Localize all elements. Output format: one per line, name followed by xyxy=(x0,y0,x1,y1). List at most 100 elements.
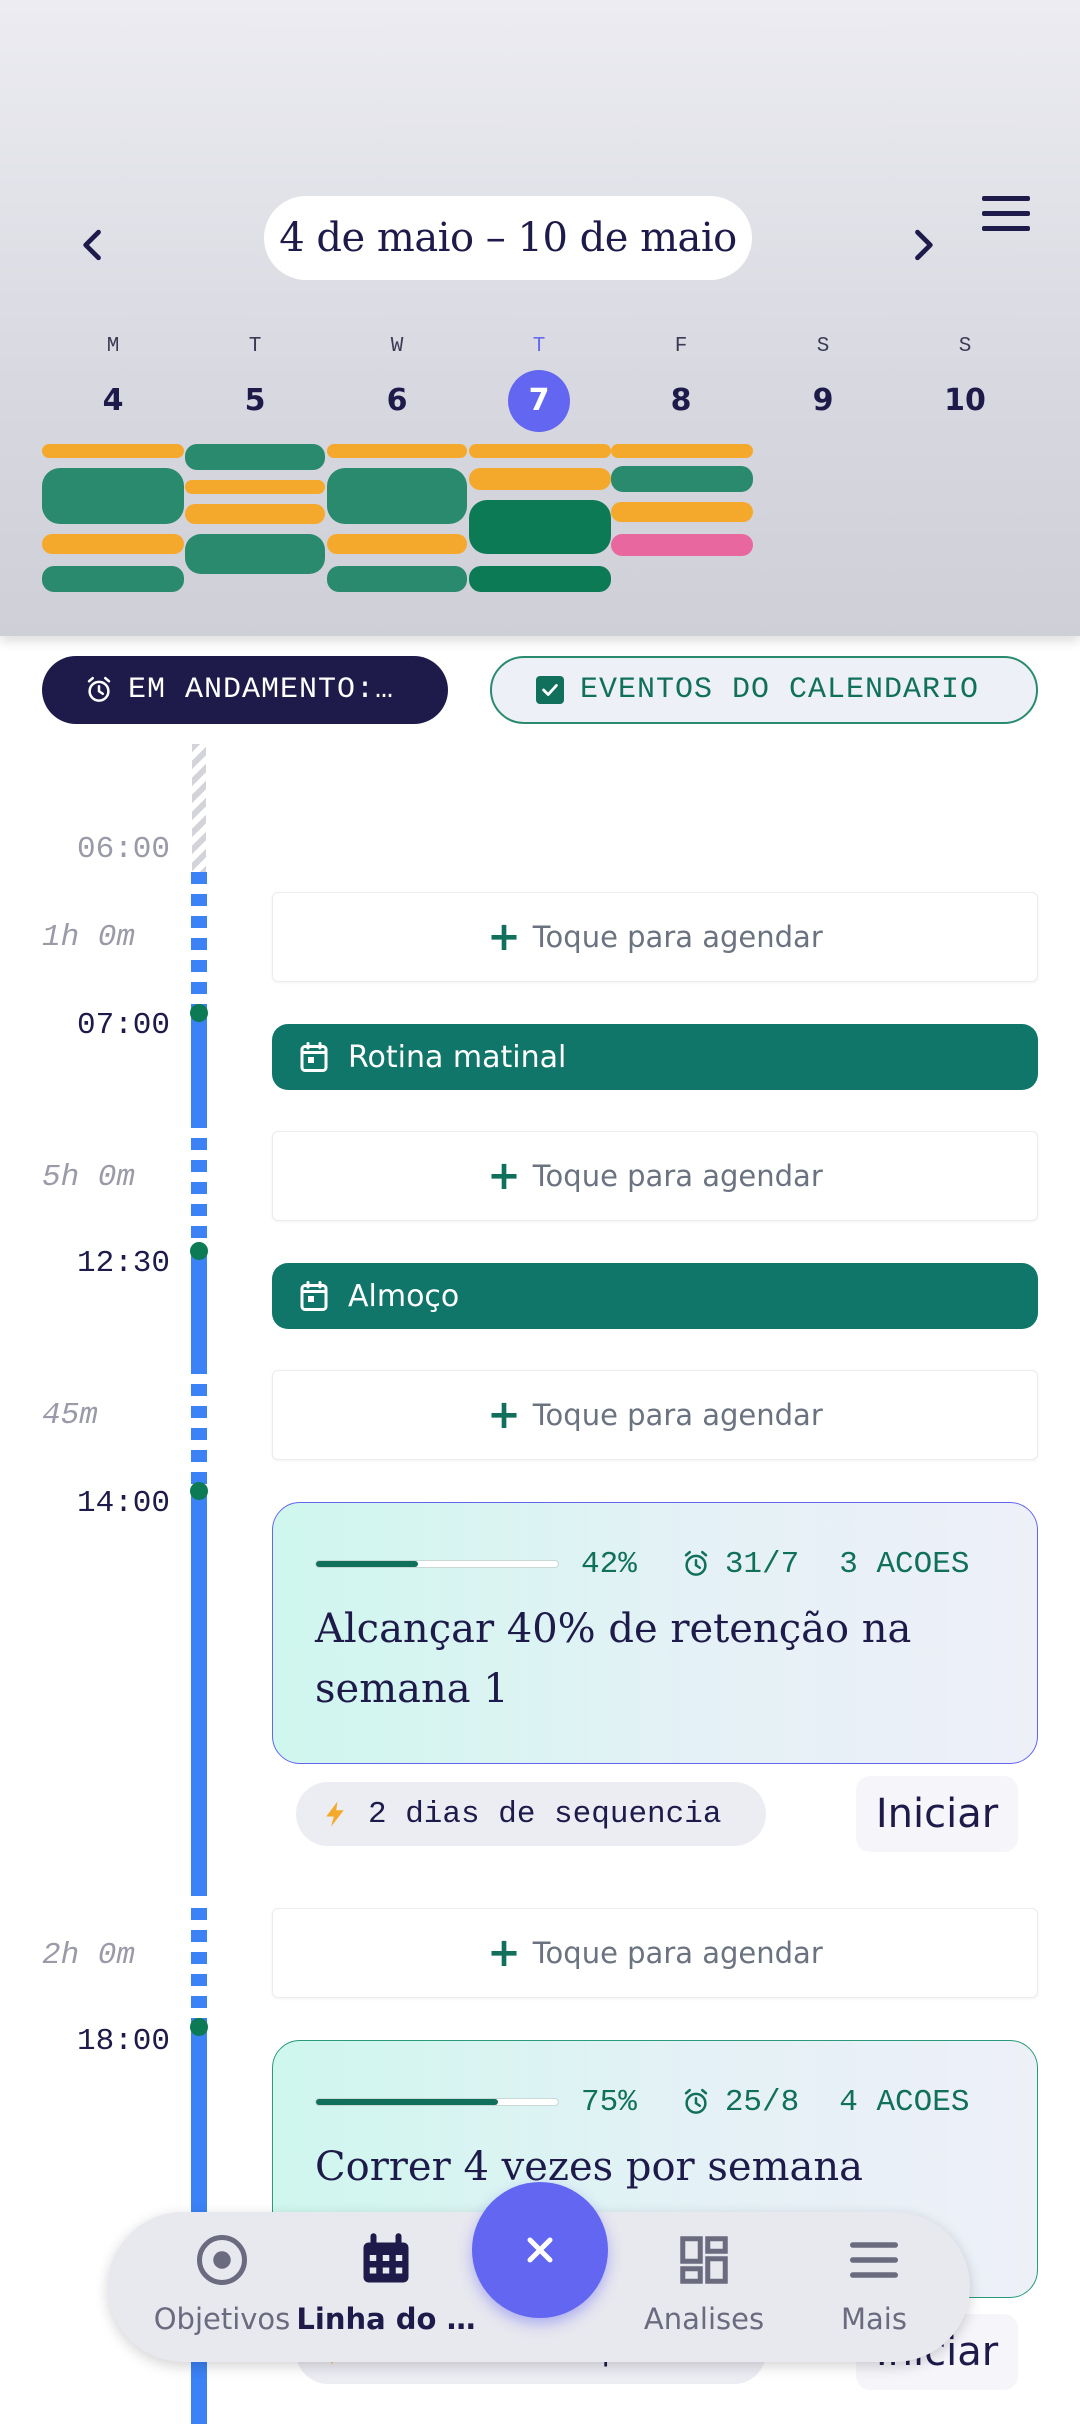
calendar-event-lunch[interactable]: Almoço xyxy=(272,1263,1038,1329)
schedule-slot[interactable]: + Toque para agendar xyxy=(272,1131,1038,1221)
menu-button[interactable] xyxy=(976,190,1036,240)
alarm-icon xyxy=(684,1550,708,1576)
streak-badge: 2 dias de sequencia xyxy=(296,1782,766,1846)
calendar-icon xyxy=(363,2233,409,2283)
time-label: 18:00 xyxy=(76,2024,170,2059)
goal-due-date: 25/8 xyxy=(724,2084,800,2120)
day-column-9[interactable]: S 9 xyxy=(753,330,893,432)
week-range-label[interactable]: 4 de maio – 10 de maio xyxy=(264,196,752,280)
in-progress-label: EM ANDAMENTO:… xyxy=(128,673,395,707)
day-column-6[interactable]: W 6 xyxy=(327,330,467,432)
in-progress-filter-chip[interactable]: EM ANDAMENTO:… xyxy=(42,656,448,724)
goal-card[interactable]: 42% 31/7 3 ACOES Alcançar 40% de retençã… xyxy=(272,1502,1038,1764)
menu-icon xyxy=(982,196,1030,201)
day-event-bar xyxy=(469,468,611,490)
calendar-event-morning-routine[interactable]: Rotina matinal xyxy=(272,1024,1038,1090)
time-label: 07:00 xyxy=(76,1008,170,1043)
next-week-button[interactable] xyxy=(888,210,958,280)
close-fab-button[interactable] xyxy=(472,2182,608,2318)
week-header: 4 de maio – 10 de maio M 4 T 5 W 6 T 7 F… xyxy=(0,0,1080,636)
day-event-bar xyxy=(327,468,467,524)
day-event-bar xyxy=(327,444,467,458)
chevron-left-icon xyxy=(83,229,101,261)
menu-icon xyxy=(850,2242,898,2278)
gap-duration-label: 5h 0m xyxy=(42,1160,136,1195)
day-column-4[interactable]: M 4 xyxy=(43,330,183,432)
lightning-icon xyxy=(326,1801,344,1827)
day-column-8[interactable]: F 8 xyxy=(611,330,751,432)
plus-icon: + xyxy=(487,914,521,960)
calendar-icon xyxy=(300,1281,328,1311)
day-column-5[interactable]: T 5 xyxy=(185,330,325,432)
calendar-icon xyxy=(300,1042,328,1072)
day-event-bar xyxy=(185,444,325,470)
nav-item-timeline[interactable]: Linha do … xyxy=(296,2230,476,2336)
timeline-event-segment xyxy=(191,1252,207,1362)
day-event-bar xyxy=(469,500,611,554)
timeline-event-segment xyxy=(191,1492,207,1896)
alarm-icon xyxy=(684,2088,708,2114)
goal-actions-count: 4 ACOES xyxy=(839,2084,970,2120)
goal-meta: 75% 25/8 4 ACOES xyxy=(315,2081,997,2123)
timeline-gap-segment xyxy=(191,1362,207,1492)
nav-item-more[interactable]: Mais xyxy=(784,2230,964,2336)
schedule-slot[interactable]: + Toque para agendar xyxy=(272,1908,1038,1998)
day-event-bar xyxy=(327,566,467,592)
time-label: 14:00 xyxy=(76,1486,170,1521)
schedule-slot[interactable]: + Toque para agendar xyxy=(272,1370,1038,1460)
day-event-bar xyxy=(185,534,325,574)
day-event-bar xyxy=(42,566,184,592)
day-event-bar xyxy=(185,504,325,524)
gap-duration-label: 1h 0m xyxy=(42,920,136,955)
goal-progress-bar xyxy=(315,1560,559,1568)
plus-icon: + xyxy=(487,1930,521,1976)
nav-item-goals[interactable]: Objetivos xyxy=(132,2230,312,2336)
previous-week-button[interactable] xyxy=(58,210,128,280)
calendar-events-filter-chip[interactable]: EVENTOS DO CALENDARIO xyxy=(490,656,1038,724)
goal-title: Correr 4 vezes por semana xyxy=(315,2144,863,2190)
timeline-gap-segment xyxy=(191,872,207,1012)
time-label: 12:30 xyxy=(76,1246,170,1281)
timeline-past-segment xyxy=(192,744,206,872)
timeline-dot xyxy=(190,1004,208,1022)
timeline-gap-segment xyxy=(191,1116,207,1252)
plus-icon: + xyxy=(487,1392,521,1438)
time-label: 06:00 xyxy=(76,832,170,867)
goal-meta: 42% 31/7 3 ACOES xyxy=(315,1543,997,1585)
goal-progress-label: 75% xyxy=(581,2084,637,2120)
goal-actions-count: 3 ACOES xyxy=(839,1546,970,1582)
timeline-dot xyxy=(190,1482,208,1500)
day-event-bar xyxy=(185,480,325,494)
day-event-bar xyxy=(611,534,753,556)
goal-due-date: 31/7 xyxy=(724,1546,800,1582)
timeline-gap-segment xyxy=(191,1908,207,2028)
gap-duration-label: 45m xyxy=(42,1398,98,1433)
plus-icon: + xyxy=(487,1153,521,1199)
day-event-bar xyxy=(327,534,467,554)
goal-progress-label: 42% xyxy=(581,1546,637,1582)
day-event-bar xyxy=(42,444,184,458)
day-event-bar xyxy=(469,444,611,458)
dashboard-icon xyxy=(680,2236,728,2284)
timeline-dot xyxy=(190,2018,208,2036)
chevron-right-icon xyxy=(915,229,933,261)
start-goal-button[interactable]: Iniciar xyxy=(856,1776,1018,1852)
goal-progress-bar xyxy=(315,2098,559,2106)
alarm-icon xyxy=(87,676,111,702)
calendar-events-label: EVENTOS DO CALENDARIO xyxy=(580,673,980,707)
day-event-bar xyxy=(611,466,753,492)
day-column-10[interactable]: S 10 xyxy=(895,330,1035,432)
checkbox-icon xyxy=(536,676,564,704)
day-event-bar xyxy=(611,502,753,522)
timeline-event-segment xyxy=(191,1012,207,1116)
day-event-bar xyxy=(42,534,184,554)
goal-title: Alcançar 40% de retenção na semana 1 xyxy=(315,1606,912,1712)
day-column-7-selected[interactable]: T 7 xyxy=(469,330,609,432)
day-event-bar xyxy=(469,566,611,592)
day-event-bar xyxy=(611,444,753,458)
close-icon xyxy=(527,2237,553,2263)
nav-item-analytics[interactable]: Analises xyxy=(614,2230,794,2336)
gap-duration-label: 2h 0m xyxy=(42,1938,136,1973)
schedule-slot[interactable]: + Toque para agendar xyxy=(272,892,1038,982)
timeline-dot xyxy=(190,1242,208,1260)
